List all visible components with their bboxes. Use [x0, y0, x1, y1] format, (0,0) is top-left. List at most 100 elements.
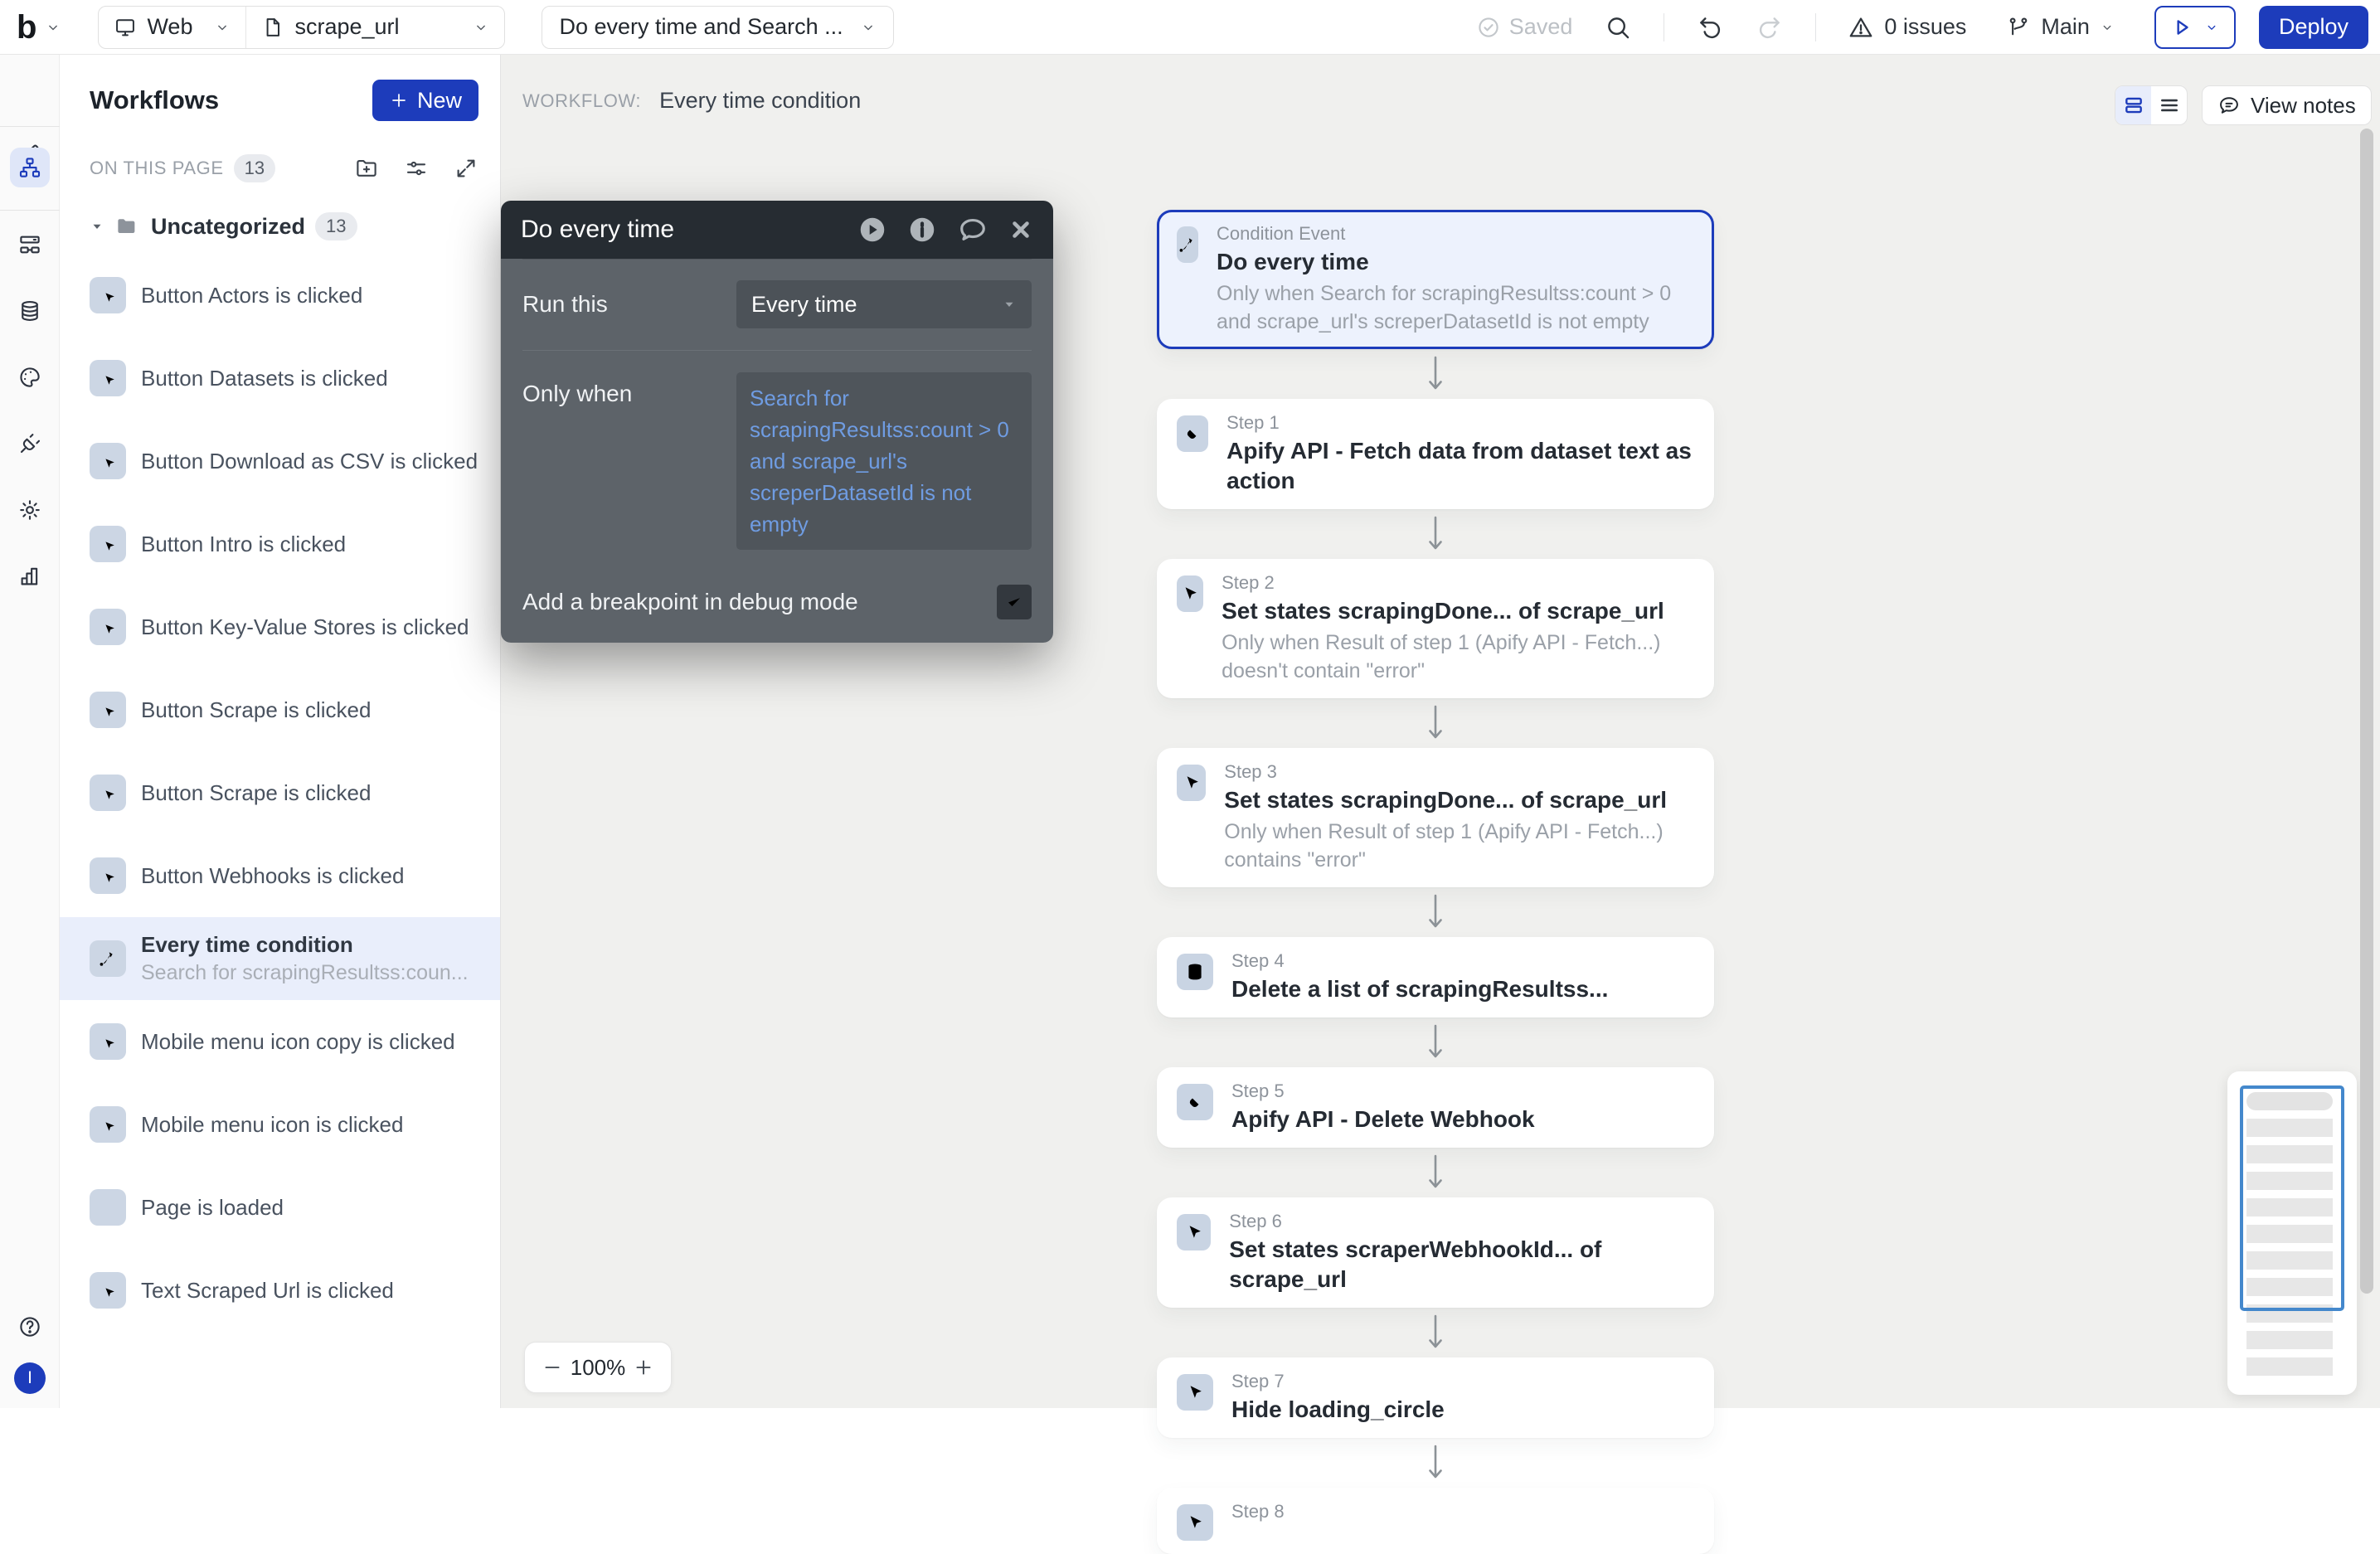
logs-chart-icon[interactable] [17, 564, 42, 589]
step-kicker: Step 7 [1231, 1371, 1445, 1392]
filter-sliders-icon[interactable] [404, 156, 429, 181]
cursor-click-icon [90, 775, 126, 811]
step-title: Set states scrapingDone... of scrape_url [1222, 596, 1694, 626]
workflow-list-item[interactable]: Mobile menu icon copy is clicked [60, 1000, 500, 1083]
workflow-step-card[interactable]: Step 2 Set states scrapingDone... of scr… [1157, 559, 1714, 698]
flow-arrow-icon [1425, 698, 1446, 748]
list-view-button[interactable] [2151, 86, 2187, 124]
breakpoint-checkbox[interactable] [997, 585, 1032, 619]
workflow-step-card[interactable]: Step 1 Apify API - Fetch data from datas… [1157, 399, 1714, 509]
step-kicker: Step 5 [1231, 1081, 1535, 1102]
view-notes-label: View notes [2251, 93, 2356, 119]
minimap-viewport[interactable] [2240, 1085, 2344, 1311]
preview-button[interactable] [2154, 6, 2236, 49]
chevron-down-icon [2204, 20, 2219, 35]
close-icon[interactable] [1008, 217, 1033, 242]
minimap-step-bar [2246, 1331, 2333, 1349]
page-load-icon [90, 1189, 126, 1226]
user-avatar[interactable]: I [14, 1362, 46, 1394]
workflow-list-item[interactable]: Text Scraped Url is clicked [60, 1249, 500, 1332]
branch-selector[interactable]: Main [2006, 14, 2115, 40]
workflow-tab-active[interactable] [10, 148, 50, 187]
workflow-step-card[interactable]: Step 6 Set states scraperWebhookId... of… [1157, 1197, 1714, 1308]
workflow-list-item[interactable]: Button Scrape is clicked [60, 668, 500, 751]
database-icon [1177, 954, 1213, 990]
workflow-list-item[interactable]: Button Webhooks is clicked [60, 834, 500, 917]
minimap[interactable] [2227, 1071, 2357, 1395]
help-icon[interactable] [17, 1314, 42, 1339]
workflow-item-label: Every time condition [141, 932, 469, 958]
step-condition: Only when Result of step 1 (Apify API - … [1224, 818, 1694, 874]
redo-icon[interactable] [1756, 13, 1784, 41]
data-icon[interactable] [17, 299, 42, 323]
only-when-expression[interactable]: Search for scrapingResultss:count > 0 an… [736, 372, 1032, 550]
workflow-step-card[interactable]: Step 7 Hide loading_circle [1157, 1357, 1714, 1438]
deploy-button[interactable]: Deploy [2259, 6, 2368, 49]
search-icon[interactable] [1604, 13, 1632, 41]
pointer-icon [1177, 1214, 1211, 1250]
zoom-level: 100% [571, 1355, 626, 1381]
workflow-list-item[interactable]: Page is loaded [60, 1166, 500, 1249]
folder-uncategorized[interactable]: Uncategorized 13 [90, 212, 478, 240]
branch-label: Main [2041, 14, 2090, 40]
workflow-list-item[interactable]: Button Download as CSV is clicked [60, 420, 500, 503]
platform-dropdown[interactable]: Web [99, 7, 245, 48]
toolbar-right-group: Saved 0 issues Main Deploy [1476, 6, 2368, 49]
step-kicker: Step 1 [1226, 412, 1694, 434]
comment-icon[interactable] [957, 214, 988, 245]
panel-title: Workflows [90, 85, 219, 115]
flow-arrow-icon [1425, 887, 1446, 937]
page-dropdown[interactable]: scrape_url [245, 7, 504, 48]
zoom-in-button[interactable] [633, 1357, 654, 1378]
workflow-step-card[interactable]: Step 4 Delete a list of scrapingResultss… [1157, 937, 1714, 1017]
workflow-list-item[interactable]: Every time condition Search for scraping… [60, 917, 500, 1000]
chevron-down-icon [473, 19, 489, 36]
issues-button[interactable]: 0 issues [1848, 14, 1966, 41]
cursor-click-icon [90, 277, 126, 313]
workflow-list-item[interactable]: Button Intro is clicked [60, 503, 500, 585]
top-toolbar: b Web scrape_url Do every time and Searc… [0, 0, 2380, 55]
workflow-list-item[interactable]: Mobile menu icon is clicked [60, 1083, 500, 1166]
dialog-titlebar[interactable]: Do every time [501, 201, 1053, 259]
workflow-step-card[interactable]: Step 3 Set states scrapingDone... of scr… [1157, 748, 1714, 887]
workflow-step-card[interactable]: Step 5 Apify API - Delete Webhook [1157, 1067, 1714, 1148]
undo-icon[interactable] [1696, 13, 1724, 41]
step-title: Set states scraperWebhookId... of scrape… [1229, 1235, 1694, 1294]
settings-gear-icon[interactable] [17, 498, 42, 522]
flow-arrow-icon [1425, 349, 1446, 399]
cursor-click-icon [90, 360, 126, 396]
canvas-scrollbar[interactable] [2360, 129, 2373, 1294]
logo-chevron-down-icon[interactable] [45, 19, 61, 36]
new-workflow-button[interactable]: New [372, 80, 478, 121]
workflow-list-item[interactable]: Button Scrape is clicked [60, 751, 500, 834]
workflow-step-card[interactable]: Step 8 [1157, 1488, 1714, 1554]
view-notes-button[interactable]: View notes [2202, 85, 2372, 125]
reusables-icon[interactable] [17, 232, 42, 257]
pointer-icon [1177, 1374, 1213, 1411]
add-folder-icon[interactable] [354, 156, 379, 181]
workflow-list-item[interactable]: Button Datasets is clicked [60, 337, 500, 420]
workflow-list-item[interactable]: Button Key-Value Stores is clicked [60, 585, 500, 668]
plugins-icon[interactable] [17, 431, 42, 456]
workflow-item-label: Text Scraped Url is clicked [141, 1278, 394, 1304]
new-button-label: New [417, 88, 462, 114]
workflow-list-item[interactable]: Button Actors is clicked [60, 254, 500, 337]
workflow-step-card[interactable]: Condition Event Do every time Only when … [1157, 210, 1714, 349]
step-kicker: Step 4 [1231, 950, 1608, 972]
workflow-selector-dropdown[interactable]: Do every time and Search ... [542, 6, 893, 49]
workflow-header-label: WORKFLOW: [522, 90, 641, 112]
step-title: Delete a list of scrapingResultss... [1231, 974, 1608, 1004]
cursor-click-icon [90, 1272, 126, 1309]
expand-icon[interactable] [454, 156, 478, 181]
platform-page-selector: Web scrape_url [98, 6, 505, 49]
info-icon[interactable] [907, 215, 937, 245]
chevron-down-icon [214, 19, 231, 36]
chevron-down-icon [860, 19, 877, 36]
workflow-header-title: Every time condition [659, 88, 861, 114]
styles-palette-icon[interactable] [17, 365, 42, 390]
run-this-dropdown[interactable]: Every time [736, 280, 1032, 328]
run-play-icon[interactable] [857, 215, 887, 245]
zoom-out-button[interactable] [542, 1357, 563, 1378]
breakpoint-label: Add a breakpoint in debug mode [522, 589, 858, 615]
card-view-button[interactable] [2115, 86, 2151, 124]
